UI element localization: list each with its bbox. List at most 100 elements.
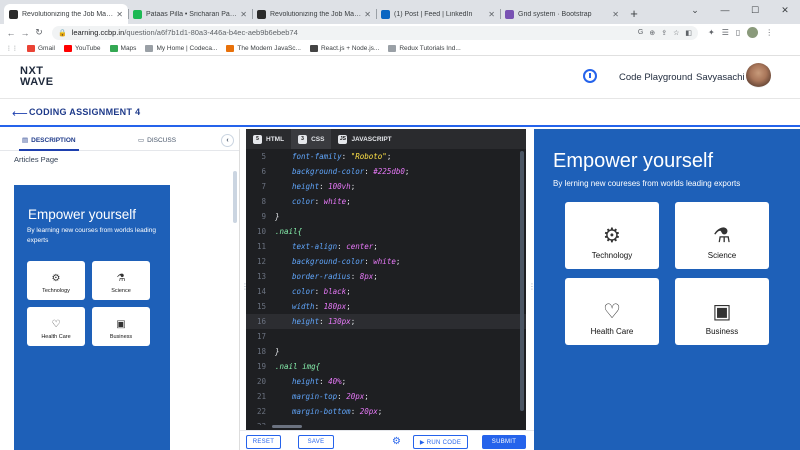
- url-input[interactable]: 🔒 learning.ccbp.in/question/a6f7b1d1-80a…: [52, 25, 698, 40]
- css-property: background-color: [292, 257, 365, 266]
- health-icon: ♡: [603, 301, 621, 323]
- back-icon[interactable]: ←: [4, 28, 18, 38]
- line-text: border-radius: 8px;: [292, 272, 378, 281]
- health-icon: ♡: [51, 319, 61, 330]
- reload-icon[interactable]: ↻: [32, 27, 46, 38]
- tab-title: Revolutionizing the Job Market |: [22, 10, 114, 18]
- tab-html[interactable]: 5 HTML: [246, 129, 291, 149]
- nxtwave-logo[interactable]: NXT WAVE: [20, 66, 54, 88]
- bookmark-item[interactable]: Gmail: [27, 44, 55, 52]
- tab-css[interactable]: 3 CSS: [291, 129, 332, 149]
- css-property: height: [292, 377, 320, 386]
- profile-avatar[interactable]: [747, 27, 759, 38]
- username[interactable]: Savyasachi: [696, 72, 745, 83]
- run-code-button[interactable]: ▶ RUN CODE: [413, 435, 468, 449]
- bookmark-item[interactable]: Maps: [109, 44, 136, 52]
- briefcase-icon: ▣: [116, 319, 126, 330]
- submit-button[interactable]: SUBMIT: [482, 435, 526, 449]
- bookmark-item[interactable]: The Modern JavaSc...: [226, 44, 301, 52]
- line-number: 7: [261, 182, 266, 191]
- code-playground-link[interactable]: Code Playground: [619, 72, 692, 83]
- mini-heading: Empower yourself: [28, 207, 137, 222]
- panel-scrollbar[interactable]: [233, 171, 237, 223]
- line-text: background-color: white;: [292, 257, 401, 266]
- close-tab-icon[interactable]: ✕: [612, 10, 619, 19]
- bookmark-label: YouTube: [74, 44, 101, 52]
- logo-line2: WAVE: [20, 76, 54, 88]
- menu-dots-icon[interactable]: ⋮: [765, 28, 773, 37]
- google-icon[interactable]: G: [638, 29, 643, 37]
- bookmark-label: React.js + Node.js...: [320, 44, 380, 52]
- line-number: 23: [246, 419, 266, 425]
- close-tab-icon[interactable]: ✕: [240, 10, 247, 19]
- settings-gear-icon[interactable]: ⚙: [392, 436, 401, 447]
- bookmark-item[interactable]: YouTube: [63, 44, 101, 52]
- code-line: 13 border-radius: 8px;: [246, 269, 526, 284]
- save-button[interactable]: SAVE: [298, 435, 334, 449]
- user-avatar[interactable]: [746, 63, 771, 88]
- line-text: color: white;: [292, 197, 351, 206]
- zoom-icon[interactable]: ⊕: [649, 29, 655, 37]
- tab-javascript[interactable]: JS JAVASCRIPT: [331, 129, 398, 149]
- line-number: 20: [256, 377, 266, 386]
- minimize-icon[interactable]: —: [710, 0, 740, 20]
- collapse-panel-button[interactable]: ‹: [221, 134, 234, 147]
- timer-icon[interactable]: [583, 69, 597, 83]
- code-line: 18}: [246, 344, 526, 359]
- close-tab-icon[interactable]: ✕: [488, 10, 495, 19]
- line-number: 5: [261, 152, 266, 161]
- mini-card-label: Science: [111, 288, 131, 294]
- css-value: black: [323, 287, 347, 296]
- chip-icon: ⚙: [51, 273, 61, 284]
- apps-grid-icon[interactable]: ⋮⋮: [6, 45, 18, 52]
- bookmark-item[interactable]: My Home | Codeca...: [145, 44, 218, 52]
- editor-scrollbar[interactable]: [520, 151, 524, 411]
- line-number: 22: [256, 407, 266, 416]
- code-line: 9}: [246, 209, 526, 224]
- mini-card-health: ♡ Health Care: [27, 307, 85, 346]
- new-tab-icon[interactable]: +: [624, 4, 644, 24]
- reading-list-icon[interactable]: ☰: [722, 28, 729, 37]
- close-tab-icon[interactable]: ✕: [364, 10, 371, 19]
- maximize-icon[interactable]: ☐: [740, 0, 770, 20]
- back-arrow-icon[interactable]: ⟵: [12, 107, 28, 120]
- css-property: height: [292, 317, 320, 326]
- browser-tab[interactable]: Revolutionizing the Job Market | ✕: [252, 4, 376, 24]
- bookmark-label: My Home | Codeca...: [156, 44, 218, 52]
- bookmark-star-icon[interactable]: ☆: [673, 29, 679, 37]
- css-property: height: [292, 182, 320, 191]
- css-property: text-align: [292, 242, 338, 251]
- share-icon[interactable]: ⇪: [661, 29, 667, 37]
- url-path: /question/a6f7b1d1-80a3-446a-b4ec-aeb9b6…: [124, 28, 298, 37]
- lock-icon: 🔒: [58, 29, 67, 37]
- line-text: margin-top: 20px;: [292, 392, 369, 401]
- html-icon: 5: [253, 134, 262, 144]
- mini-card-business: ▣ Business: [92, 307, 150, 346]
- code-line: 21 margin-top: 20px;: [246, 389, 526, 404]
- tab-favicon-icon: [133, 9, 142, 19]
- browser-tab[interactable]: (1) Post | Feed | LinkedIn ✕: [376, 4, 500, 24]
- tab-discuss[interactable]: ▭ DISCUSS: [138, 136, 176, 145]
- side-panel-icon[interactable]: ▯: [736, 28, 740, 37]
- description-icon: ▤: [22, 137, 29, 144]
- line-number: 21: [256, 392, 266, 401]
- forward-icon[interactable]: →: [18, 28, 32, 38]
- discuss-icon: ▭: [138, 137, 145, 144]
- extensions-puzzle-icon[interactable]: ✦: [708, 28, 715, 37]
- code-area[interactable]: 5 font-family: "Roboto"; 6 background-color…: [246, 149, 526, 425]
- browser-tab[interactable]: Revolutionizing the Job Market | ✕: [4, 4, 128, 24]
- tab-description[interactable]: ▤ DESCRIPTION: [19, 136, 79, 151]
- css-value: "Roboto": [350, 152, 387, 161]
- bookmark-item[interactable]: React.js + Node.js...: [309, 44, 380, 52]
- close-window-icon[interactable]: ✕: [770, 0, 800, 20]
- browser-tab[interactable]: Pataas Pilla • Sricharan Paksi ✕: [128, 4, 252, 24]
- reset-button[interactable]: RESET: [246, 435, 281, 449]
- browser-tab[interactable]: Grid system · Bootstrap ✕: [500, 4, 624, 24]
- editor-hscrollbar[interactable]: [272, 425, 302, 428]
- extension-icon[interactable]: ◧: [685, 29, 692, 37]
- css-property: margin-top: [292, 392, 338, 401]
- code-line: 16 height: 130px;: [246, 314, 526, 329]
- close-tab-icon[interactable]: ✕: [116, 10, 123, 19]
- bookmark-item[interactable]: Redux Tutorials Ind...: [388, 44, 461, 52]
- tab-search-icon[interactable]: ⌄: [680, 0, 710, 20]
